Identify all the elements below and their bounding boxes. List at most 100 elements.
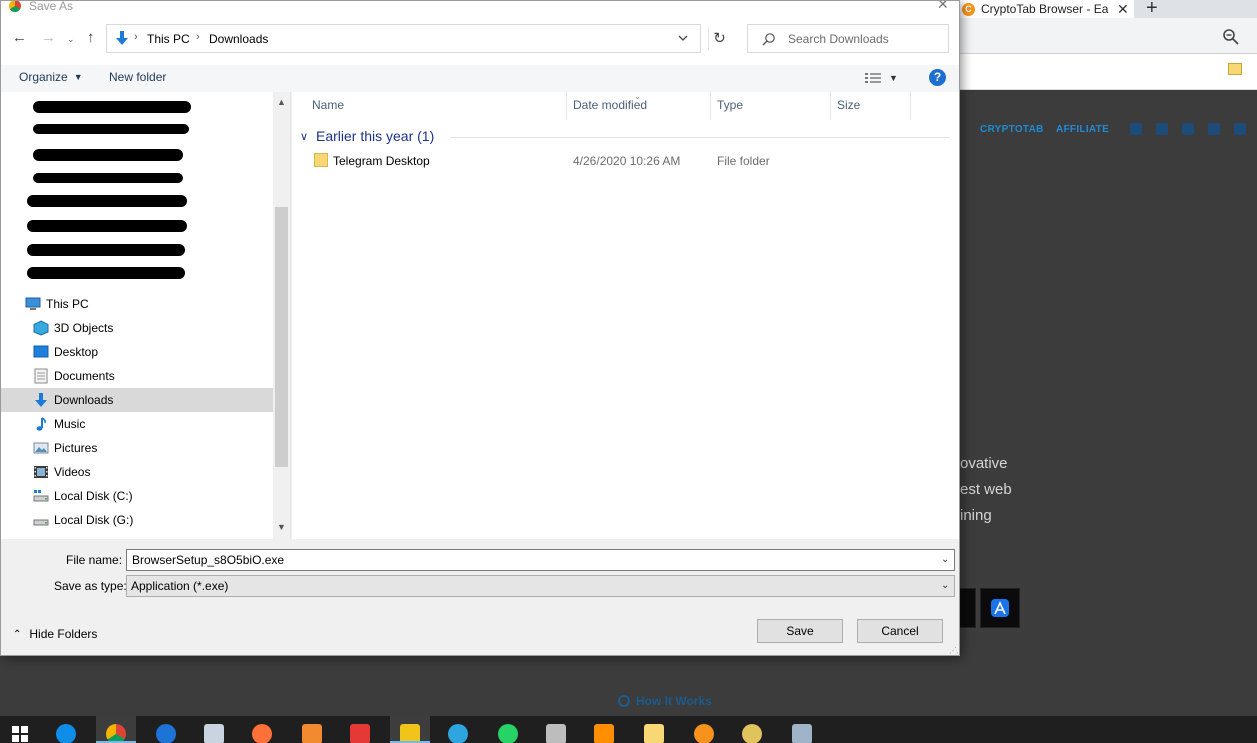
breadcrumb-downloads[interactable]: Downloads xyxy=(209,32,268,46)
whatsapp-glyph xyxy=(498,724,518,743)
address-bar[interactable]: › This PC › Downloads ↻ xyxy=(106,24,726,53)
calculator-icon[interactable] xyxy=(536,716,576,743)
whatsapp-icon[interactable] xyxy=(488,716,528,743)
task-manager-icon[interactable] xyxy=(782,716,822,743)
search-input[interactable]: Search Downloads xyxy=(747,24,949,53)
nav-item-documents[interactable]: Documents xyxy=(1,364,273,388)
twitter-icon[interactable] xyxy=(1182,123,1194,135)
nav-label-this-pc: This PC xyxy=(46,297,89,311)
facebook-icon[interactable] xyxy=(1130,123,1142,135)
scroll-up-icon[interactable]: ▲ xyxy=(277,97,286,107)
back-arrow-icon[interactable]: ← xyxy=(12,29,27,46)
notepad-icon[interactable] xyxy=(194,716,234,743)
redacted-item[interactable] xyxy=(27,267,185,279)
redacted-item[interactable] xyxy=(33,101,191,113)
nav-link-affiliate[interactable]: AFFILIATE xyxy=(1056,124,1109,135)
breadcrumb-separator-icon[interactable]: › xyxy=(134,31,138,43)
how-it-works-link[interactable]: How It Works xyxy=(618,694,712,708)
organize-button[interactable]: Organize ▼ xyxy=(19,70,83,84)
forward-arrow-icon[interactable]: → xyxy=(41,29,56,46)
hide-folders-button[interactable]: ⌃ Hide Folders xyxy=(13,627,97,641)
close-icon[interactable]: ✕ xyxy=(1117,1,1129,18)
nav-item-videos[interactable]: Videos xyxy=(1,460,273,484)
breadcrumb-this-pc[interactable]: This PC xyxy=(147,32,190,46)
chrome-icon[interactable] xyxy=(96,716,136,743)
new-tab-icon[interactable]: + xyxy=(1146,0,1158,20)
teamviewer-icon[interactable] xyxy=(46,716,86,743)
column-divider[interactable] xyxy=(710,92,711,120)
column-header-date-modified[interactable]: Date modified xyxy=(573,98,647,112)
app-icon[interactable] xyxy=(732,716,772,743)
dropdown-triangle-icon: ▼ xyxy=(889,73,898,83)
up-arrow-icon[interactable]: ↑ xyxy=(87,29,95,46)
bookmark-folder-icon[interactable] xyxy=(1228,63,1242,75)
cryptotab-glyph xyxy=(694,724,714,743)
edge-icon[interactable] xyxy=(146,716,186,743)
group-header[interactable]: ∨ Earlier this year (1) xyxy=(300,128,950,146)
zoom-icon[interactable] xyxy=(1222,28,1240,46)
save-as-type-select[interactable]: Application (*.exe) ⌄ xyxy=(126,575,955,597)
this-pc-icon xyxy=(25,297,41,310)
cancel-button[interactable]: Cancel xyxy=(857,619,943,643)
breadcrumb-separator-icon[interactable]: › xyxy=(196,31,200,43)
file-manager-icon[interactable] xyxy=(390,716,430,743)
column-divider[interactable] xyxy=(910,92,911,120)
nav-item-this-pc[interactable]: This PC xyxy=(1,292,273,316)
save-button[interactable]: Save xyxy=(757,619,843,643)
vk-icon[interactable] xyxy=(1234,123,1246,135)
file-name-field[interactable]: BrowserSetup_s8O5biO.exe ⌄ xyxy=(126,549,955,571)
redacted-item[interactable] xyxy=(27,220,187,232)
nav-label: Music xyxy=(54,417,86,431)
file-date: 4/26/2020 10:26 AM xyxy=(573,154,681,168)
chevron-down-icon[interactable] xyxy=(678,33,688,43)
telegram-icon[interactable] xyxy=(438,716,478,743)
help-icon[interactable]: ? xyxy=(929,69,946,86)
column-header-type[interactable]: Type xyxy=(717,98,743,112)
nav-item-local-disk-g[interactable]: Local Disk (G:) xyxy=(1,508,273,532)
column-divider[interactable] xyxy=(566,92,567,120)
scroll-down-icon[interactable]: ▼ xyxy=(277,522,286,532)
nav-item-downloads[interactable]: Downloads xyxy=(1,388,273,412)
cryptotab-icon[interactable] xyxy=(684,716,724,743)
shield-app-icon[interactable] xyxy=(340,716,380,743)
nav-link-cryptotab[interactable]: CRYPTOTAB xyxy=(980,124,1044,135)
nav-item-music[interactable]: Music xyxy=(1,412,273,436)
recent-locations-chevron-icon[interactable]: ⌄ xyxy=(67,34,75,45)
instagram-icon[interactable] xyxy=(1208,123,1220,135)
column-header-name[interactable]: Name xyxy=(312,98,344,112)
change-view-button[interactable]: ▼ xyxy=(865,69,905,87)
code-editor-icon[interactable] xyxy=(292,716,332,743)
file-row[interactable]: Telegram Desktop 4/26/2020 10:26 AM File… xyxy=(310,150,950,172)
calculator-glyph xyxy=(546,724,566,743)
refresh-icon[interactable]: ↻ xyxy=(708,28,730,50)
telegram-icon[interactable] xyxy=(1156,123,1168,135)
chevron-down-icon[interactable]: ⌄ xyxy=(941,580,949,591)
redacted-item[interactable] xyxy=(27,244,185,256)
redacted-item[interactable] xyxy=(33,173,183,183)
firefox-icon[interactable] xyxy=(242,716,282,743)
nav-item-pictures[interactable]: Pictures xyxy=(1,436,273,460)
windows-start-icon[interactable] xyxy=(0,716,40,743)
videos-icon xyxy=(34,466,48,478)
redacted-item[interactable] xyxy=(33,124,189,134)
close-icon[interactable]: ✕ xyxy=(937,1,949,13)
column-header-size[interactable]: Size xyxy=(837,98,860,112)
chevron-down-icon[interactable]: ∨ xyxy=(300,130,308,143)
browser-tab[interactable]: C CryptoTab Browser - Ea ✕ xyxy=(952,0,1134,18)
navigation-scrollbar[interactable]: ▲ ▼ xyxy=(273,92,290,539)
redacted-item[interactable] xyxy=(27,195,187,207)
column-divider[interactable] xyxy=(830,92,831,120)
nav-item-local-disk-c[interactable]: Local Disk (C:) xyxy=(1,484,273,508)
redacted-item[interactable] xyxy=(33,149,183,161)
scrollbar-thumb[interactable] xyxy=(275,207,288,467)
firefox-glyph xyxy=(252,724,272,743)
nav-item-3d-objects[interactable]: 3D Objects xyxy=(1,316,273,340)
media-player-icon[interactable] xyxy=(584,716,624,743)
resize-grip-icon[interactable]: ⋰⋰ xyxy=(949,646,959,655)
new-folder-button[interactable]: New folder xyxy=(109,70,166,84)
app-store-button[interactable] xyxy=(980,588,1020,628)
chevron-down-icon[interactable]: ⌄ xyxy=(941,554,949,565)
nav-item-desktop[interactable]: Desktop xyxy=(1,340,273,364)
chrome-glyph xyxy=(106,724,126,743)
file-explorer-icon[interactable] xyxy=(634,716,674,743)
